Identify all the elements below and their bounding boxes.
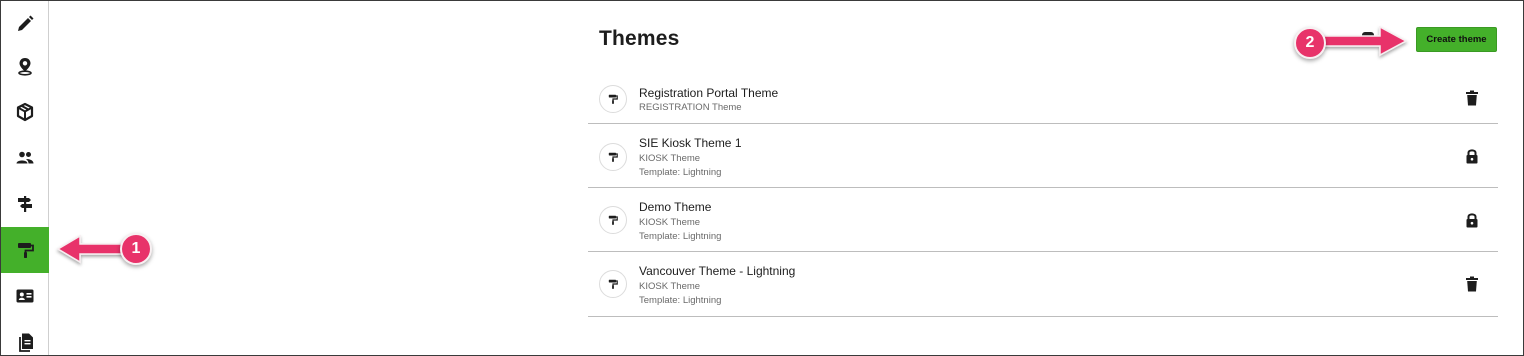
theme-template: Template: Lightning bbox=[639, 295, 722, 306]
theme-name: Vancouver Theme - Lightning bbox=[639, 264, 796, 278]
locked-indicator bbox=[1464, 148, 1480, 164]
theme-type: KIOSK Theme bbox=[639, 153, 701, 164]
sidebar-item-locations[interactable] bbox=[1, 43, 49, 89]
paint-roller-icon bbox=[608, 94, 618, 104]
theme-row[interactable]: Demo Theme KIOSK Theme Template: Lightni… bbox=[588, 188, 1498, 252]
people-icon bbox=[16, 151, 34, 164]
sidebar-item-badges[interactable] bbox=[1, 273, 49, 319]
sidebar-item-directions[interactable] bbox=[1, 181, 49, 227]
theme-template: Template: Lightning bbox=[639, 167, 722, 178]
theme-avatar bbox=[599, 206, 627, 234]
theme-type: KIOSK Theme bbox=[639, 281, 701, 292]
delete-button[interactable] bbox=[1464, 90, 1480, 106]
theme-name: Demo Theme bbox=[639, 200, 712, 214]
theme-avatar bbox=[599, 143, 627, 171]
theme-type: REGISTRATION Theme bbox=[639, 102, 742, 113]
sidebar-item-people[interactable] bbox=[1, 135, 49, 181]
package-box-icon bbox=[16, 102, 34, 122]
trash-icon bbox=[1466, 276, 1478, 292]
callout-arrow-2 bbox=[1321, 25, 1408, 57]
paint-roller-icon bbox=[608, 152, 618, 162]
sidebar bbox=[1, 1, 49, 355]
locked-indicator bbox=[1464, 212, 1480, 228]
step-badge-1: 1 bbox=[120, 233, 152, 265]
paint-roller-icon bbox=[18, 243, 34, 258]
lock-icon bbox=[1466, 213, 1478, 228]
theme-name: SIE Kiosk Theme 1 bbox=[639, 136, 742, 150]
theme-name: Registration Portal Theme bbox=[639, 86, 779, 100]
sidebar-item-documents[interactable] bbox=[1, 319, 49, 356]
sidebar-item-edit[interactable] bbox=[1, 1, 49, 47]
trash-icon bbox=[1466, 90, 1478, 106]
create-theme-button[interactable]: Create theme bbox=[1416, 27, 1497, 52]
theme-row[interactable]: Registration Portal Theme REGISTRATION T… bbox=[588, 68, 1498, 124]
signpost-icon bbox=[18, 196, 32, 212]
theme-avatar bbox=[599, 85, 627, 113]
sidebar-item-products[interactable] bbox=[1, 89, 49, 135]
themes-list: Registration Portal Theme REGISTRATION T… bbox=[588, 68, 1498, 317]
delete-button[interactable] bbox=[1464, 276, 1480, 292]
contact-card-icon bbox=[16, 289, 34, 303]
step-badge-2: 2 bbox=[1294, 27, 1326, 59]
pencil-icon bbox=[18, 15, 34, 31]
theme-avatar bbox=[599, 270, 627, 298]
page-title: Themes bbox=[599, 27, 680, 50]
lock-icon bbox=[1466, 149, 1478, 164]
paint-roller-icon bbox=[608, 279, 618, 289]
location-pin-icon bbox=[18, 58, 32, 76]
documents-icon bbox=[19, 333, 33, 352]
theme-row[interactable]: SIE Kiosk Theme 1 KIOSK Theme Template: … bbox=[588, 124, 1498, 188]
paint-roller-icon bbox=[608, 215, 618, 225]
sidebar-item-themes[interactable] bbox=[1, 227, 49, 273]
theme-template: Template: Lightning bbox=[639, 231, 722, 242]
theme-row[interactable]: Vancouver Theme - Lightning KIOSK Theme … bbox=[588, 252, 1498, 317]
theme-type: KIOSK Theme bbox=[639, 217, 701, 228]
